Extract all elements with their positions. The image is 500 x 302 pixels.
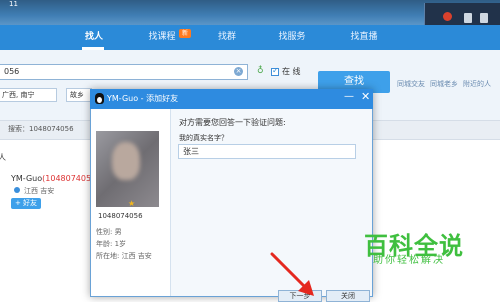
vip-star-icon: ★ [128,199,136,208]
tab-find-course[interactable]: 找课程 [143,25,181,50]
minimize-icon[interactable]: — [344,91,354,102]
annotation-arrow [270,252,314,296]
dialog-title: YM-Guo - 添加好友 [107,94,179,103]
watermark-slogan: 助你轻松解决 [373,255,445,266]
link-local-friends[interactable]: 同城交友 [397,79,425,89]
tab-bar [0,25,500,50]
avatar-face [112,142,140,180]
tab-find-live[interactable]: 找直播 [344,25,384,50]
qq-logo-belly [97,97,102,103]
clear-icon[interactable]: × [234,67,243,76]
notification-badge [443,12,452,21]
location-icon [14,187,20,193]
close-button[interactable]: 关闭 [326,290,370,302]
user-name-line[interactable]: YM-Guo(1048074056) [11,174,99,183]
notification-panel[interactable] [424,3,500,27]
notification-icon[interactable] [464,13,472,23]
search-input[interactable]: 056 [0,64,248,80]
user-name[interactable]: YM-Guo [11,174,42,183]
profile-number: 1048074056 [98,212,143,220]
link-nearby[interactable]: 附近的人 [463,79,491,89]
tab-find-service[interactable]: 找服务 [272,25,312,50]
add-friend-button[interactable]: + 好友 [11,198,41,209]
link-local-hometown[interactable]: 同城老乡 [430,79,458,89]
location-pin-icon[interactable]: ♁ [257,66,264,76]
verify-question: 我的真实名字？ [179,134,228,142]
profile-age: 年龄: 1岁 [96,240,127,248]
desktop-number: 11 [9,0,18,8]
result-text: 搜索：1048074056 [8,125,74,133]
tab-find-group[interactable]: 找群 [213,25,241,50]
region-select[interactable]: 广西, 南宁 [0,88,57,102]
verify-question-title: 对方需要您回答一下验证问题: [179,118,286,127]
new-badge: 新 [179,29,191,38]
online-checkbox[interactable] [271,66,279,76]
section-label: 人 [0,153,6,162]
profile-location: 所在地: 江西 吉安 [96,252,152,260]
hometown-select[interactable]: 故乡 [66,88,92,102]
close-icon[interactable]: ✕ [361,90,370,103]
answer-input[interactable]: 张三 [178,144,356,159]
profile-gender: 性别: 男 [96,228,122,236]
user-location: 江西 吉安 [24,187,55,195]
trash-icon[interactable] [480,13,488,23]
online-label: 在 线 [282,67,301,76]
